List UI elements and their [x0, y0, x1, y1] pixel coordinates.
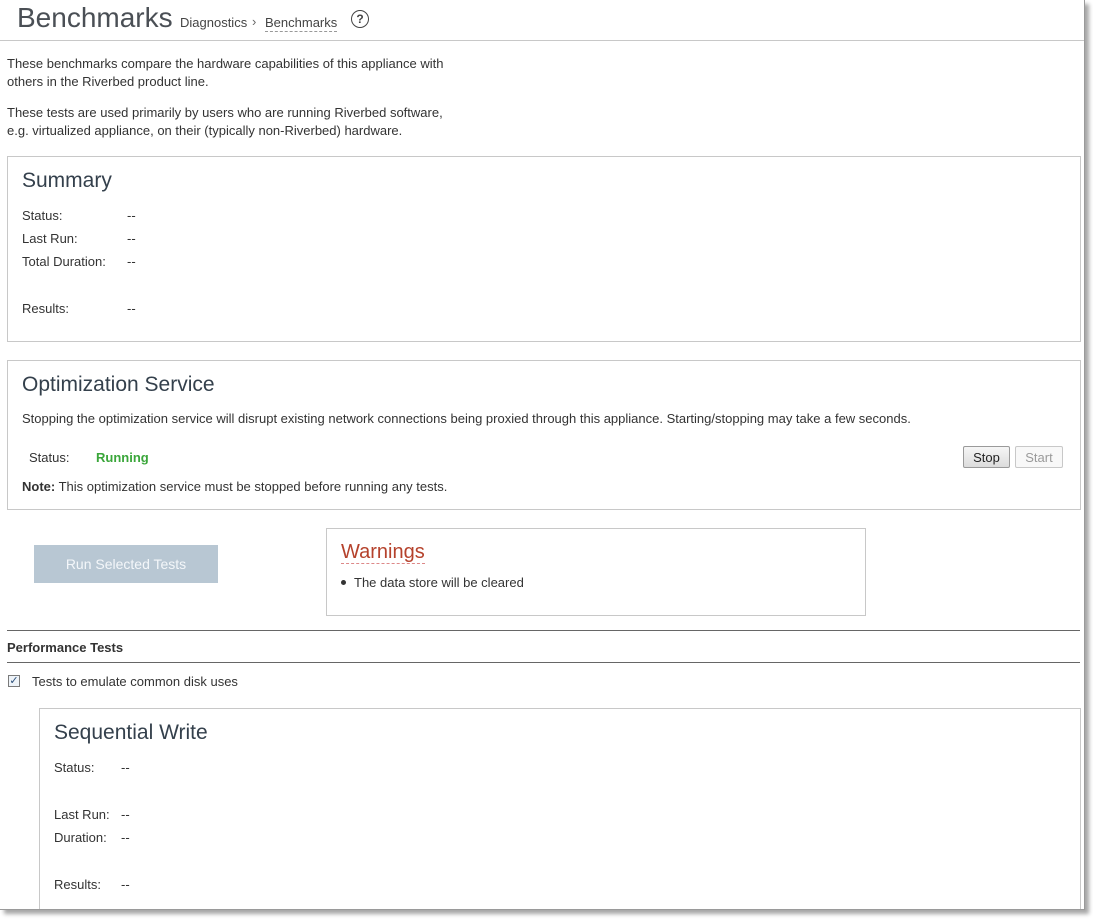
- run-selected-tests-button[interactable]: Run Selected Tests: [34, 545, 218, 583]
- seq-status-value: --: [121, 760, 130, 775]
- intro-paragraph-1: These benchmarks compare the hardware ca…: [7, 55, 467, 91]
- warnings-title: Warnings: [341, 541, 425, 564]
- summary-results-label: Results:: [22, 301, 69, 316]
- breadcrumb-benchmarks: Benchmarks: [265, 15, 338, 32]
- seq-duration-label: Duration:: [54, 830, 107, 845]
- summary-last-run-label: Last Run:: [22, 231, 78, 246]
- summary-status-label: Status:: [22, 208, 63, 223]
- disk-tests-checkbox[interactable]: ✓: [8, 675, 20, 687]
- seq-status-label: Status:: [54, 760, 95, 775]
- disk-tests-checkbox-label[interactable]: Tests to emulate common disk uses: [32, 674, 238, 689]
- breadcrumb-diagnostics[interactable]: Diagnostics: [180, 15, 247, 30]
- intro-line-1: These benchmarks compare the hardware ca…: [7, 56, 444, 71]
- section-divider-bottom: [7, 662, 1080, 663]
- summary-duration-label: Total Duration:: [22, 254, 106, 269]
- optimization-status-label: Status:: [29, 450, 70, 465]
- sequential-write-title: Sequential Write: [54, 721, 208, 744]
- help-icon[interactable]: ?: [351, 10, 369, 28]
- intro-line-4: e.g. virtualized appliance, on their (ty…: [7, 123, 403, 138]
- breadcrumb-separator: ›: [252, 14, 257, 29]
- summary-title: Summary: [22, 169, 112, 192]
- benchmarks-page: Benchmarks Diagnostics › Benchmarks ? Th…: [0, 0, 1085, 910]
- optimization-status-value: Running: [96, 450, 149, 465]
- summary-panel: Summary Status: -- Last Run: -- Total Du…: [7, 156, 1081, 342]
- summary-last-run-value: --: [127, 231, 136, 246]
- note-label: Note:: [22, 479, 56, 494]
- optimization-description: Stopping the optimization service will d…: [22, 411, 911, 426]
- page-header: Benchmarks Diagnostics › Benchmarks ?: [0, 0, 1084, 41]
- section-divider-top: [7, 630, 1080, 631]
- intro-line-2: others in the Riverbed product line.: [7, 74, 209, 89]
- summary-results-value: --: [127, 301, 136, 316]
- optimization-title: Optimization Service: [22, 373, 215, 396]
- seq-results-value: --: [121, 877, 130, 892]
- optimization-service-panel: Optimization Service Stopping the optimi…: [7, 360, 1081, 510]
- summary-status-value: --: [127, 208, 136, 223]
- seq-last-run-label: Last Run:: [54, 807, 110, 822]
- warning-item: The data store will be cleared: [341, 575, 524, 590]
- warnings-box: Warnings The data store will be cleared: [326, 528, 866, 616]
- performance-tests-heading: Performance Tests: [7, 640, 124, 655]
- seq-results-label: Results:: [54, 877, 101, 892]
- summary-duration-value: --: [127, 254, 136, 269]
- stop-button[interactable]: Stop: [963, 446, 1010, 468]
- bullet-icon: [341, 580, 346, 586]
- start-button[interactable]: Start: [1015, 446, 1063, 468]
- sequential-write-panel: Sequential Write Status: -- Last Run: --…: [39, 708, 1081, 909]
- seq-duration-value: --: [121, 830, 130, 845]
- note-text: This optimization service must be stoppe…: [55, 479, 448, 494]
- intro-line-3: These tests are used primarily by users …: [7, 105, 443, 120]
- warning-item-text: The data store will be cleared: [354, 575, 524, 590]
- seq-last-run-value: --: [121, 807, 130, 822]
- page-title: Benchmarks: [17, 2, 173, 33]
- intro-paragraph-2: These tests are used primarily by users …: [7, 104, 467, 140]
- optimization-note: Note: This optimization service must be …: [22, 479, 447, 494]
